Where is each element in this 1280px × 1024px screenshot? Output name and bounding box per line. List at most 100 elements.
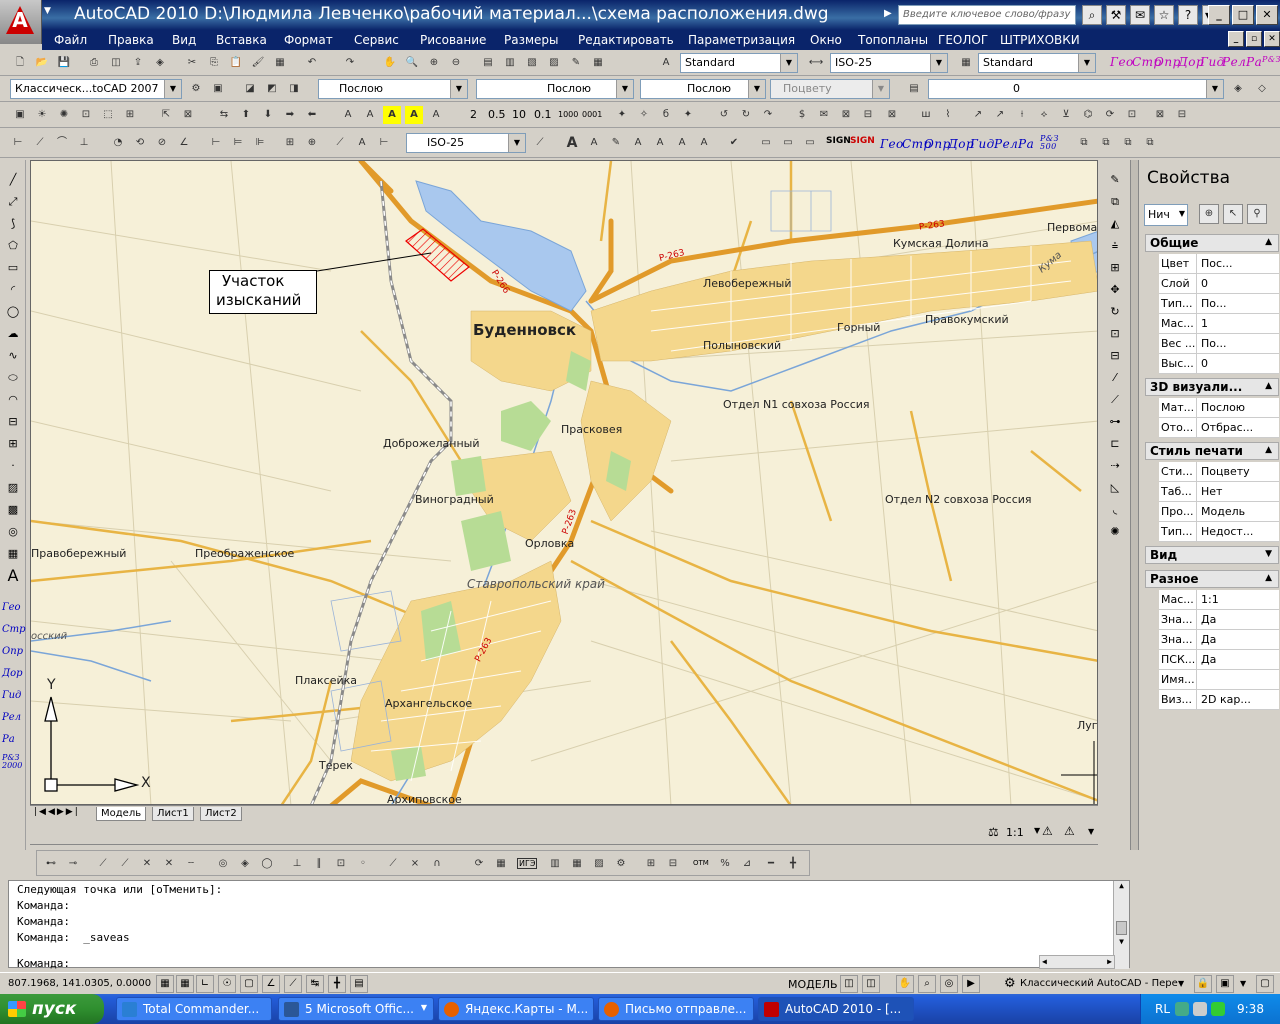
tray-icon[interactable]: [1175, 1002, 1189, 1016]
language-indicator[interactable]: RL: [1155, 1002, 1170, 1016]
scroll-thumb[interactable]: [1116, 921, 1127, 935]
pan-icon[interactable]: ✋: [896, 975, 914, 993]
publish-icon[interactable]: ⇪: [128, 53, 148, 73]
geo-tool-gid-2[interactable]: Гид: [970, 137, 995, 151]
color-select[interactable]: Послою ▼: [318, 79, 468, 99]
clean-screen-icon[interactable]: ▢: [1256, 975, 1274, 993]
property-row[interactable]: Про... Модель: [1159, 502, 1279, 522]
draworder-icon[interactable]: ⧉: [1118, 133, 1138, 153]
gradient-icon[interactable]: ▩: [3, 500, 23, 520]
line-icon[interactable]: ╱: [3, 170, 23, 190]
autoscale-icon[interactable]: ⚠: [1064, 824, 1075, 838]
doc-close-button[interactable]: ✕: [1264, 31, 1280, 47]
hatch-tool-icon[interactable]: ▨: [589, 854, 609, 874]
excel-icon[interactable]: ⊠: [836, 105, 856, 125]
break-icon[interactable]: ⊶: [1105, 412, 1125, 432]
model-space-toggle[interactable]: МОДЕЛЬ: [788, 978, 838, 991]
rotate-icon[interactable]: ↷: [758, 105, 778, 125]
draworder-icon[interactable]: ⧉: [1096, 133, 1116, 153]
tab-model[interactable]: Модель: [96, 807, 147, 821]
stretch-icon[interactable]: ⊟: [1105, 346, 1125, 366]
tool-icon[interactable]: ⊡: [1122, 105, 1142, 125]
osnap-toggle-icon[interactable]: ▢: [240, 975, 258, 993]
minimize-button[interactable]: _: [1208, 5, 1230, 25]
snap-midpoint-icon[interactable]: ⟋: [115, 854, 135, 874]
geo-tool-opr-2[interactable]: Опр: [924, 137, 951, 151]
tool-icon[interactable]: ↗: [968, 105, 988, 125]
tool-icon[interactable]: ⊞: [120, 105, 140, 125]
property-row[interactable]: Ото... Отбрас...: [1159, 418, 1279, 438]
menu-dimension[interactable]: Размеры: [504, 33, 559, 47]
tool-icon[interactable]: ✦: [678, 105, 698, 125]
arc-icon[interactable]: ◜: [3, 280, 23, 300]
layer-previous-icon[interactable]: ◇: [1252, 79, 1272, 99]
table-style-icon[interactable]: ▦: [956, 53, 976, 73]
scale-10[interactable]: 10: [512, 108, 526, 121]
search-toggle-icon[interactable]: ▶: [884, 8, 892, 19]
mirror-icon[interactable]: ◭: [1105, 214, 1125, 234]
revcloud-icon[interactable]: ☁: [3, 324, 23, 344]
snap-intersection-icon[interactable]: ✕: [137, 854, 157, 874]
circle-icon[interactable]: ◯: [3, 302, 23, 322]
scale-0.5[interactable]: 0.5: [488, 108, 506, 121]
command-scrollbar[interactable]: ▲ ▼: [1113, 881, 1129, 969]
property-row[interactable]: Мат... Послою: [1159, 398, 1279, 418]
otm-tool[interactable]: ОТМ: [693, 859, 709, 867]
scale-0.1[interactable]: 0.1: [534, 108, 552, 121]
snap-parallel-icon[interactable]: ∥: [309, 854, 329, 874]
property-row[interactable]: Таб... Нет: [1159, 482, 1279, 502]
offset-icon[interactable]: ⩮: [1105, 236, 1125, 256]
dim-style-select-2[interactable]: ISO-25 ▼: [406, 133, 526, 153]
text-tool-icon[interactable]: A: [360, 105, 380, 125]
tab-nav-arrows-icon[interactable]: |◀◀▶▶|: [34, 807, 80, 817]
erase-icon[interactable]: ✎: [1105, 170, 1125, 190]
jogged-icon[interactable]: ⟲: [130, 133, 150, 153]
quick-dim-icon[interactable]: ⊢: [206, 133, 226, 153]
geo-left-geo[interactable]: Гео: [2, 602, 21, 613]
dollar-icon[interactable]: $: [792, 105, 812, 125]
start-button[interactable]: пуск: [0, 994, 104, 1024]
construction-line-icon[interactable]: ⤢: [3, 192, 23, 212]
polygon-icon[interactable]: ⬠: [3, 236, 23, 256]
close-button[interactable]: ✕: [1256, 5, 1278, 25]
geo-left-ra[interactable]: Ра: [2, 734, 15, 745]
tool-icon[interactable]: ⊠: [178, 105, 198, 125]
tool-icon[interactable]: ⊠: [882, 105, 902, 125]
property-value[interactable]: Недост...: [1201, 525, 1277, 538]
text-style-select[interactable]: Standard ▼: [680, 53, 798, 73]
ortho-toggle-icon[interactable]: ∟: [196, 975, 214, 993]
property-value[interactable]: Модель: [1201, 505, 1277, 518]
properties-section[interactable]: Вид ▼: [1145, 546, 1279, 564]
angular-icon[interactable]: ∠: [174, 133, 194, 153]
property-value[interactable]: Нет: [1201, 485, 1277, 498]
geo-left-rel[interactable]: Рел: [2, 712, 21, 723]
scale-2[interactable]: 2: [470, 108, 477, 121]
point-icon[interactable]: ✧: [634, 105, 654, 125]
snap-perpendicular-icon[interactable]: ⊥: [287, 854, 307, 874]
scale-icon[interactable]: ⊡: [1105, 324, 1125, 344]
trim-icon[interactable]: ⁄: [1105, 368, 1125, 388]
layer-tool-icon[interactable]: ◪: [240, 79, 260, 99]
markup-icon[interactable]: ✎: [566, 53, 586, 73]
light-icon[interactable]: ✺: [54, 105, 74, 125]
chevron-down-icon[interactable]: ▼: [1240, 979, 1246, 988]
drawing-canvas[interactable]: Участок изысканий Буденновск Кумская Дол…: [30, 160, 1098, 805]
maximize-button[interactable]: □: [1232, 5, 1254, 25]
property-row[interactable]: Имя...: [1159, 670, 1279, 690]
menu-view[interactable]: Вид: [172, 33, 196, 47]
communication-icon[interactable]: ✉: [1130, 5, 1150, 25]
showmotion-icon[interactable]: ▶: [962, 975, 980, 993]
region-icon[interactable]: ◎: [3, 522, 23, 542]
table-icon[interactable]: ▦: [491, 854, 511, 874]
workspace-select[interactable]: Классическ...toCAD 2007 ▼: [10, 79, 182, 99]
text-highlight-icon[interactable]: A: [404, 105, 424, 125]
scale-1000[interactable]: 1000: [558, 110, 578, 119]
doc-minimize-button[interactable]: _: [1228, 31, 1244, 47]
task-mail[interactable]: Письмо отправле...: [598, 997, 754, 1021]
layer-tool-icon[interactable]: ◨: [284, 79, 304, 99]
make-block-icon[interactable]: ⊞: [3, 434, 23, 454]
tool-icon[interactable]: ▭: [778, 133, 798, 153]
workspace-status[interactable]: Классический AutoCAD - Пере: [1020, 978, 1178, 989]
3d-box-icon[interactable]: ▣: [10, 105, 30, 125]
lineweight-select[interactable]: Послою ▼: [640, 79, 766, 99]
